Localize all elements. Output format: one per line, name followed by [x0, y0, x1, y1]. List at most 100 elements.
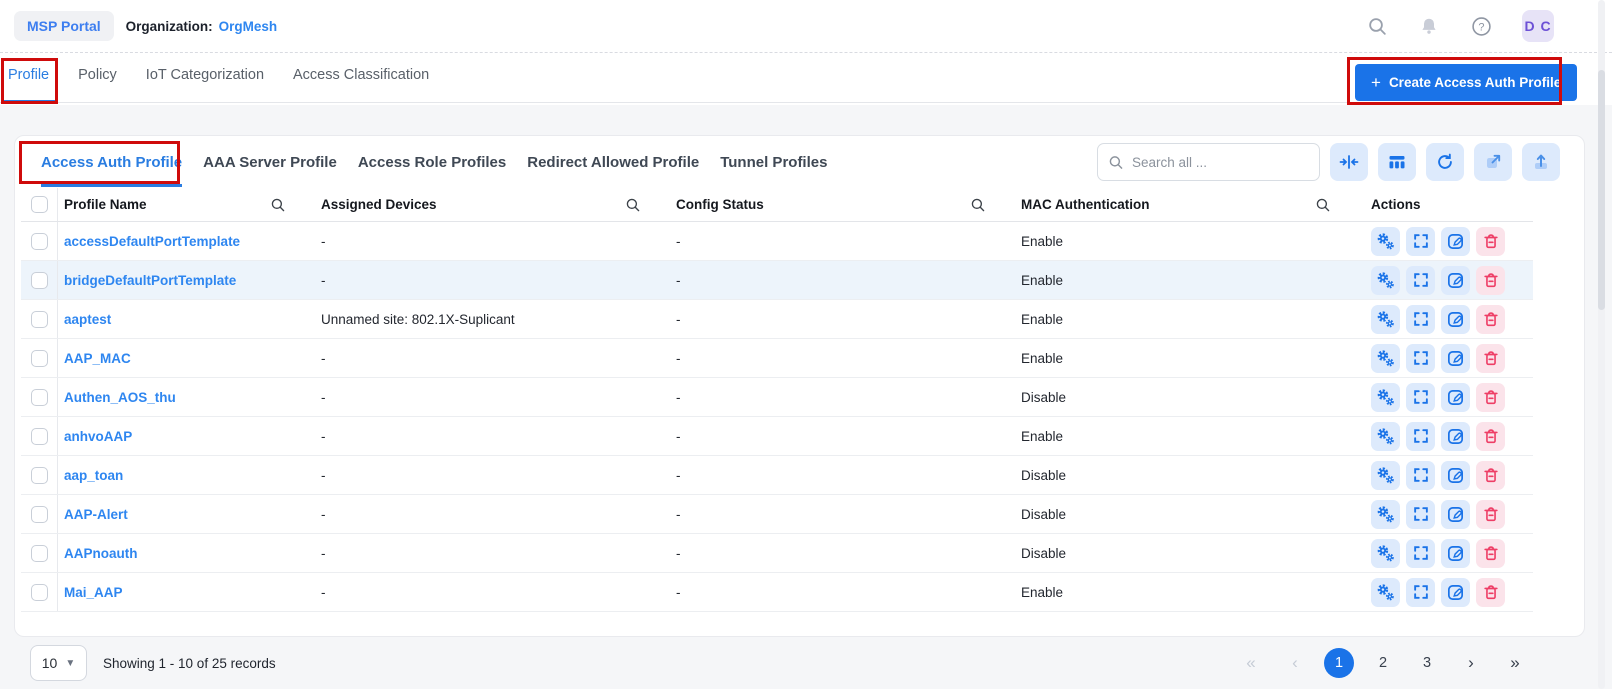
column-search-icon[interactable] [270, 197, 286, 213]
profile-name-link[interactable]: anhvoAAP [64, 429, 132, 444]
column-search-icon[interactable] [625, 197, 641, 213]
expand-icon[interactable] [1406, 460, 1435, 490]
expand-icon[interactable] [1406, 304, 1435, 334]
settings-gears-icon[interactable] [1371, 265, 1400, 295]
assigned-devices-value: - [321, 272, 326, 288]
edit-icon[interactable] [1441, 304, 1470, 334]
columns-icon[interactable] [1378, 143, 1416, 181]
subtab-row: Access Auth Profile AAA Server Profile A… [15, 136, 1584, 188]
row-checkbox[interactable] [30, 466, 48, 484]
edit-icon[interactable] [1441, 460, 1470, 490]
settings-gears-icon[interactable] [1371, 226, 1400, 256]
row-checkbox[interactable] [30, 271, 48, 289]
settings-gears-icon[interactable] [1371, 538, 1400, 568]
profile-name-link[interactable]: AAP-Alert [64, 507, 128, 522]
row-checkbox[interactable] [30, 544, 48, 562]
settings-gears-icon[interactable] [1371, 499, 1400, 529]
expand-icon[interactable] [1406, 343, 1435, 373]
subtab-aaa-server-profile[interactable]: AAA Server Profile [203, 144, 337, 181]
bell-icon[interactable] [1418, 15, 1440, 37]
settings-gears-icon[interactable] [1371, 577, 1400, 607]
column-search-icon[interactable] [970, 197, 986, 213]
row-checkbox[interactable] [30, 388, 48, 406]
edit-icon[interactable] [1441, 226, 1470, 256]
expand-icon[interactable] [1406, 421, 1435, 451]
profile-name-link[interactable]: AAP_MAC [64, 351, 131, 366]
collapse-columns-icon[interactable] [1330, 143, 1368, 181]
row-checkbox[interactable] [30, 310, 48, 328]
profiles-table: Profile Name Assigned Devices Config Sta… [21, 188, 1533, 612]
edit-icon[interactable] [1441, 382, 1470, 412]
subtab-access-role-profiles[interactable]: Access Role Profiles [358, 144, 506, 181]
profile-name-link[interactable]: bridgeDefaultPortTemplate [64, 273, 236, 288]
tab-profile[interactable]: Profile [8, 67, 49, 83]
organization-value[interactable]: OrgMesh [219, 19, 278, 34]
delete-icon[interactable] [1476, 304, 1505, 334]
refresh-icon[interactable] [1426, 143, 1464, 181]
settings-gears-icon[interactable] [1371, 304, 1400, 334]
expand-icon[interactable] [1406, 499, 1435, 529]
select-all-checkbox[interactable] [30, 196, 48, 213]
profile-name-link[interactable]: Authen_AOS_thu [64, 390, 176, 405]
upload-icon[interactable] [1522, 143, 1560, 181]
search-icon[interactable] [1366, 15, 1388, 37]
delete-icon[interactable] [1476, 499, 1505, 529]
profile-name-link[interactable]: Mai_AAP [64, 585, 123, 600]
row-checkbox[interactable] [30, 427, 48, 445]
row-checkbox[interactable] [30, 505, 48, 523]
next-page-icon[interactable]: › [1456, 648, 1486, 678]
row-checkbox[interactable] [30, 583, 48, 601]
help-icon[interactable]: ? [1470, 15, 1492, 37]
row-checkbox[interactable] [30, 232, 48, 250]
page-size-select[interactable]: 10 ▼ [30, 645, 87, 681]
column-search-icon[interactable] [1315, 197, 1331, 213]
table-row: AAP-Alert - - Disable [21, 495, 1533, 534]
page-3-button[interactable]: 3 [1412, 648, 1442, 678]
last-page-icon[interactable]: » [1500, 648, 1530, 678]
profile-name-link[interactable]: accessDefaultPortTemplate [64, 234, 240, 249]
delete-icon[interactable] [1476, 382, 1505, 412]
prev-page-icon[interactable]: ‹ [1280, 648, 1310, 678]
tab-iot-categorization[interactable]: IoT Categorization [146, 67, 264, 83]
scrollbar-thumb[interactable] [1598, 70, 1605, 310]
edit-icon[interactable] [1441, 499, 1470, 529]
subtab-access-auth-profile[interactable]: Access Auth Profile [41, 144, 183, 187]
search-all-input[interactable] [1132, 154, 1309, 170]
open-external-icon[interactable] [1474, 143, 1512, 181]
settings-gears-icon[interactable] [1371, 421, 1400, 451]
delete-icon[interactable] [1476, 343, 1505, 373]
row-checkbox[interactable] [30, 349, 48, 367]
edit-icon[interactable] [1441, 421, 1470, 451]
edit-icon[interactable] [1441, 577, 1470, 607]
edit-icon[interactable] [1441, 343, 1470, 373]
settings-gears-icon[interactable] [1371, 343, 1400, 373]
settings-gears-icon[interactable] [1371, 382, 1400, 412]
subtab-redirect-allowed-profile[interactable]: Redirect Allowed Profile [527, 144, 699, 181]
tab-policy[interactable]: Policy [78, 67, 117, 83]
expand-icon[interactable] [1406, 265, 1435, 295]
delete-icon[interactable] [1476, 421, 1505, 451]
delete-icon[interactable] [1476, 538, 1505, 568]
delete-icon[interactable] [1476, 226, 1505, 256]
edit-icon[interactable] [1441, 265, 1470, 295]
first-page-icon[interactable]: « [1236, 648, 1266, 678]
page-2-button[interactable]: 2 [1368, 648, 1398, 678]
page-1-button[interactable]: 1 [1324, 648, 1354, 678]
expand-icon[interactable] [1406, 382, 1435, 412]
profile-name-link[interactable]: aaptest [64, 312, 111, 327]
avatar[interactable]: D C [1522, 10, 1554, 42]
edit-icon[interactable] [1441, 538, 1470, 568]
create-access-auth-profile-button[interactable]: + Create Access Auth Profile [1355, 64, 1578, 101]
subtab-tunnel-profiles[interactable]: Tunnel Profiles [720, 144, 827, 181]
expand-icon[interactable] [1406, 538, 1435, 568]
profile-name-link[interactable]: aap_toan [64, 468, 123, 483]
tab-access-classification[interactable]: Access Classification [293, 67, 429, 83]
settings-gears-icon[interactable] [1371, 460, 1400, 490]
app-badge[interactable]: MSP Portal [14, 11, 114, 41]
expand-icon[interactable] [1406, 577, 1435, 607]
expand-icon[interactable] [1406, 226, 1435, 256]
delete-icon[interactable] [1476, 460, 1505, 490]
profile-name-link[interactable]: AAPnoauth [64, 546, 138, 561]
delete-icon[interactable] [1476, 577, 1505, 607]
delete-icon[interactable] [1476, 265, 1505, 295]
